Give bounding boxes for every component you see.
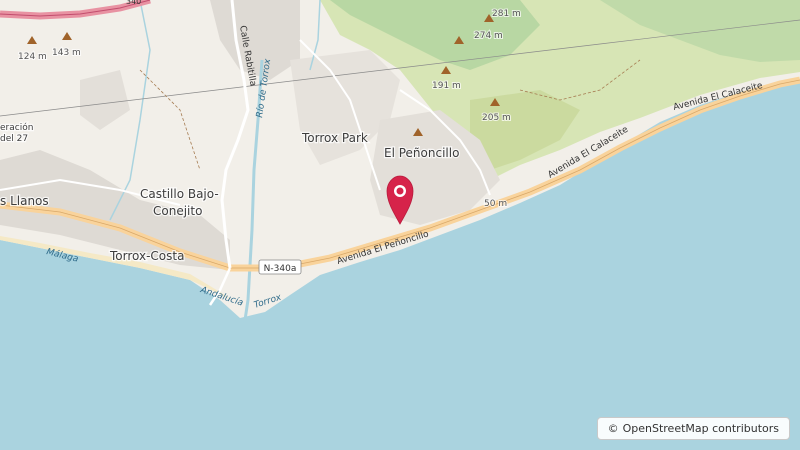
peak-label-274: 274 m [474,31,503,41]
peak-label-124: 124 m [18,52,47,62]
place-torrox-costa: Torrox-Costa [109,249,184,263]
peak-label-281: 281 m [492,9,521,19]
peak-label-50: 50 m [484,199,507,209]
road-shield-n340a-text: N-340a [264,264,297,274]
place-el-penoncillo: El Peñoncillo [384,146,459,160]
road-label-highway-ref: 340 [126,0,141,6]
place-conejito: Conejito [153,204,202,218]
peak-label-143: 143 m [52,48,81,58]
place-torrox-park: Torrox Park [301,131,368,145]
peak-label-191: 191 m [432,81,461,91]
map-canvas[interactable]: Torrox Park El Peñoncillo Castillo Bajo-… [0,0,800,450]
place-del-27: del 27 [0,134,28,144]
place-eracion: eración [0,122,33,133]
peak-label-205: 205 m [482,113,511,123]
copyright-symbol: © [607,422,619,435]
place-castillo-bajo: Castillo Bajo- [140,187,219,201]
place-los-llanos: s Llanos [0,194,49,208]
road-shield-n340a: N-340a [258,259,302,275]
map-attribution[interactable]: © OpenStreetMap contributors [596,417,790,440]
attribution-link[interactable]: OpenStreetMap contributors [623,422,779,435]
